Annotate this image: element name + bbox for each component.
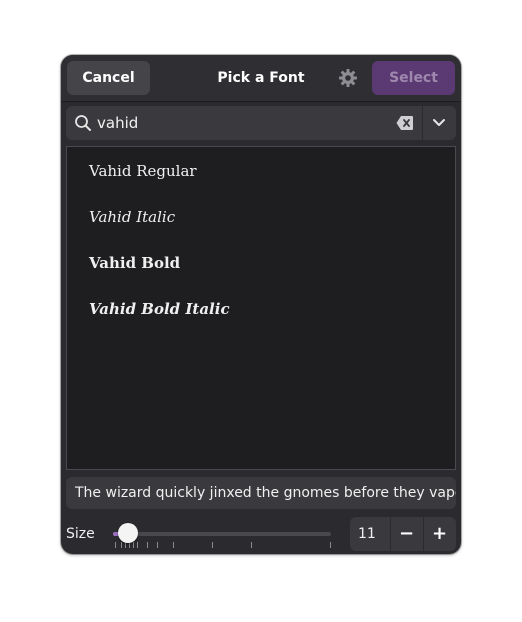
size-value[interactable]: 11 [358,517,376,551]
slider-trough [113,532,331,536]
increase-size-button[interactable]: + [423,517,455,551]
slider-tick [212,542,213,548]
clear-icon[interactable] [396,115,414,131]
font-chooser-dialog: Cancel Pick a Font Select vahid Vahid Re… [61,55,461,554]
font-list: Vahid Regular Vahid Italic Vahid Bold Va… [66,146,456,470]
size-spinbutton[interactable]: 11 − + [350,517,456,551]
font-list-item[interactable]: Vahid Regular [89,148,197,194]
size-slider[interactable] [111,518,333,550]
decrease-size-button[interactable]: − [390,517,422,551]
search-icon [75,115,91,131]
slider-tick [251,542,252,548]
slider-tick [137,542,138,548]
search-divider [422,106,423,140]
search-input[interactable]: vahid [97,106,138,140]
font-list-item[interactable]: Vahid Bold Italic [89,286,230,332]
cancel-button[interactable]: Cancel [67,61,150,95]
preview-entry[interactable]: The wizard quickly jinxed the gnomes bef… [66,477,456,509]
font-list-item[interactable]: Vahid Bold [89,240,180,286]
header-bar: Cancel Pick a Font Select [61,55,461,102]
slider-tick [133,542,134,548]
select-button[interactable]: Select [372,61,455,95]
slider-knob[interactable] [118,523,139,543]
dialog-title: Pick a Font [217,70,305,86]
preview-text[interactable]: The wizard quickly jinxed the gnomes bef… [75,477,456,509]
slider-tick [121,542,122,548]
chevron-down-icon[interactable] [432,117,446,129]
slider-tick [173,542,174,548]
size-label: Size [66,526,95,542]
gear-icon[interactable] [338,68,358,88]
slider-tick [147,542,148,548]
search-entry[interactable]: vahid [66,106,456,140]
slider-tick [330,542,331,548]
slider-tick [157,542,158,548]
slider-tick [115,542,116,548]
font-list-item[interactable]: Vahid Italic [89,194,175,240]
